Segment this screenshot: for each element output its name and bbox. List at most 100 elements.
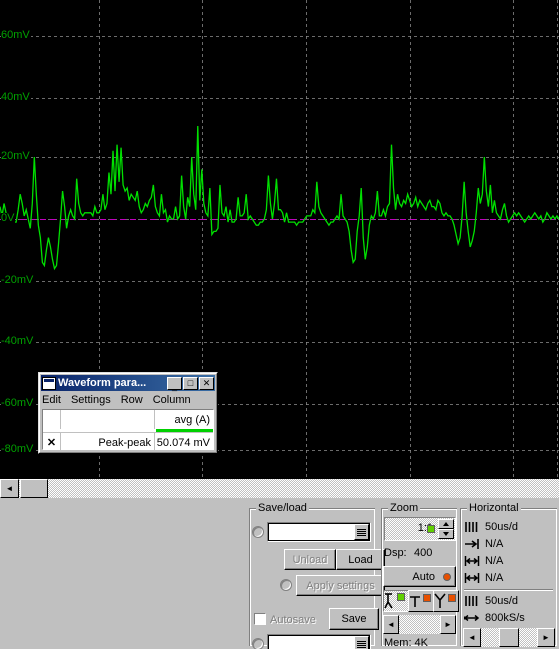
save-load-file-value[interactable] — [270, 524, 352, 540]
header-cell-marker — [43, 410, 61, 429]
window-icon — [42, 376, 56, 390]
dsp-value: 400 — [414, 547, 433, 559]
menu-item-row[interactable]: Row — [121, 394, 143, 406]
table-row[interactable]: ✕ Peak-peak 50.074 mV — [43, 433, 213, 452]
list-icon — [357, 528, 366, 537]
control-panel: Save/load Unload Load Apply settings Aut… — [0, 498, 559, 649]
zoom-auto-button[interactable]: Auto — [383, 566, 456, 587]
autosave-file-dropdown-button[interactable] — [354, 636, 369, 649]
zoom-mode-left-led — [397, 593, 405, 601]
sample-rate-icon — [464, 614, 480, 622]
autosave-file-radio[interactable] — [252, 638, 264, 649]
horizontal-timebase-actual-value: 50us/d — [485, 595, 519, 607]
scrollbar-thumb[interactable] — [20, 479, 48, 498]
menu-item-settings[interactable]: Settings — [71, 394, 111, 406]
horizontal-row-span-2[interactable]: N/A — [464, 572, 503, 584]
zoom-mode-left-button[interactable] — [383, 590, 409, 612]
autosave-label: Autosave — [270, 614, 316, 626]
save-load-file-field[interactable] — [267, 522, 371, 542]
apply-settings-label: Apply settings — [306, 579, 375, 592]
minimize-button[interactable]: _ — [167, 376, 182, 391]
horizontal-row-delay[interactable]: N/A — [464, 538, 503, 550]
horizontal-samplerate-value: 800kS/s — [485, 612, 525, 624]
save-load-file-radio[interactable] — [252, 526, 264, 538]
scroll-left-arrow-icon: ◄ — [5, 483, 14, 493]
chevron-down-icon — [443, 532, 449, 536]
y-axis-tick-label: -80mV — [1, 443, 35, 455]
y-axis-tick-label: 0V — [1, 212, 16, 224]
scrollbar-track[interactable] — [0, 479, 559, 498]
trigger-delay-icon — [465, 539, 479, 549]
span-arrows-icon — [464, 556, 480, 566]
zoom-mode-center-button[interactable] — [408, 590, 434, 612]
span-arrows-icon — [464, 573, 480, 583]
zoom-scroll-left-button[interactable]: ◄ — [383, 615, 399, 634]
save-load-title: Save/load — [256, 502, 309, 514]
horizontal-row-timebase-actual[interactable]: 50us/d — [464, 595, 518, 607]
close-button[interactable]: ✕ — [199, 376, 214, 390]
horizontal-title: Horizontal — [467, 502, 521, 514]
scroll-left-button[interactable]: ◄ — [0, 479, 19, 498]
maximize-button[interactable]: □ — [183, 376, 198, 390]
save-load-file-dropdown-button[interactable] — [354, 524, 369, 540]
dsp-label: Dsp: — [384, 547, 407, 559]
horizontal-scroll-right-button[interactable]: ► — [537, 628, 555, 647]
dialog-titlebar[interactable]: Waveform para... _ □ ✕ — [41, 375, 215, 391]
zoom-ratio-spin-buttons[interactable] — [438, 519, 454, 539]
horizontal-span-2-value: N/A — [485, 572, 504, 584]
scroll-right-arrow-icon: ► — [444, 619, 452, 629]
autosave-checkbox[interactable] — [254, 613, 266, 625]
table-header-row: avg (A) — [43, 410, 213, 429]
autosave-file-value[interactable] — [270, 636, 352, 649]
apply-settings-radio[interactable] — [280, 579, 292, 591]
horizontal-divider — [464, 589, 553, 591]
mem-label: Mem: 4K — [384, 637, 429, 649]
horizontal-scrollbar[interactable]: ◄ ► — [463, 628, 555, 647]
unload-label: Unload — [292, 553, 328, 566]
zoom-auto-led — [443, 573, 451, 581]
close-icon: ✕ — [202, 377, 211, 388]
horizontal-scroll-left-button[interactable]: ◄ — [463, 628, 481, 647]
horizontal-scrollbar-thumb[interactable] — [499, 628, 519, 647]
zoom-group: Zoom 1:1 Dsp: 400 Auto ◄ ► Mem: 4K — [381, 502, 459, 649]
zoom-auto-label: Auto — [412, 570, 435, 583]
zoom-ratio-decrement-button[interactable] — [438, 529, 454, 539]
oscilloscope-window: 60mV 40mV 20mV 0V -20mV -40mV -60mV -80mV ◄ Sav… — [0, 0, 559, 649]
zoom-scrollbar[interactable]: ◄ ► — [383, 615, 456, 634]
row-marker-icon[interactable]: ✕ — [43, 433, 61, 452]
save-load-group: Save/load Unload Load Apply settings Aut… — [249, 502, 385, 649]
unload-button[interactable]: Unload — [284, 549, 336, 570]
autosave-file-field[interactable] — [267, 634, 371, 649]
zoom-scroll-right-button[interactable]: ► — [440, 615, 456, 634]
zoom-mode-right-button[interactable] — [433, 590, 459, 612]
header-cell-avg[interactable]: avg (A) — [155, 410, 213, 429]
horizontal-row-samplerate[interactable]: 800kS/s — [464, 612, 525, 624]
plot-horizontal-scrollbar[interactable]: ◄ — [0, 479, 559, 498]
list-icon — [357, 640, 366, 649]
zoom-ratio-spinner[interactable]: 1:1 — [384, 517, 456, 541]
apply-settings-button[interactable]: Apply settings — [296, 575, 385, 596]
y-axis-tick-label: -20mV — [1, 274, 35, 286]
waveform-parameters-dialog[interactable]: Waveform para... _ □ ✕ Edit Settings Row… — [38, 372, 218, 454]
y-axis-tick-label: 40mV — [1, 91, 31, 103]
horizontal-row-span-1[interactable]: N/A — [464, 555, 503, 567]
header-cell-name — [61, 410, 155, 429]
minimize-icon: _ — [171, 380, 177, 391]
y-axis-tick-label: 60mV — [1, 29, 31, 41]
save-label: Save — [341, 613, 367, 625]
menu-item-edit[interactable]: Edit — [42, 394, 61, 406]
horizontal-group: Horizontal 50us/d N/A N/A N/A 50us/d 800… — [460, 502, 557, 647]
menu-item-column[interactable]: Column — [153, 394, 191, 406]
y-axis-tick-label: -60mV — [1, 397, 35, 409]
save-button[interactable]: Save — [329, 608, 379, 630]
chevron-up-icon — [443, 522, 449, 526]
horizontal-row-timebase[interactable]: 50us/d — [464, 521, 518, 533]
row-parameter-value: 50.074 mV — [156, 436, 210, 449]
zoom-title: Zoom — [388, 502, 421, 514]
zoom-ratio-increment-button[interactable] — [438, 519, 454, 529]
header-accent-row — [43, 429, 213, 432]
zoom-mode-center-led — [423, 594, 431, 602]
parameters-table[interactable]: avg (A) ✕ Peak-peak 50.074 mV — [42, 409, 214, 452]
load-button[interactable]: Load — [336, 549, 385, 570]
horizontal-timebase-value: 50us/d — [485, 521, 519, 533]
